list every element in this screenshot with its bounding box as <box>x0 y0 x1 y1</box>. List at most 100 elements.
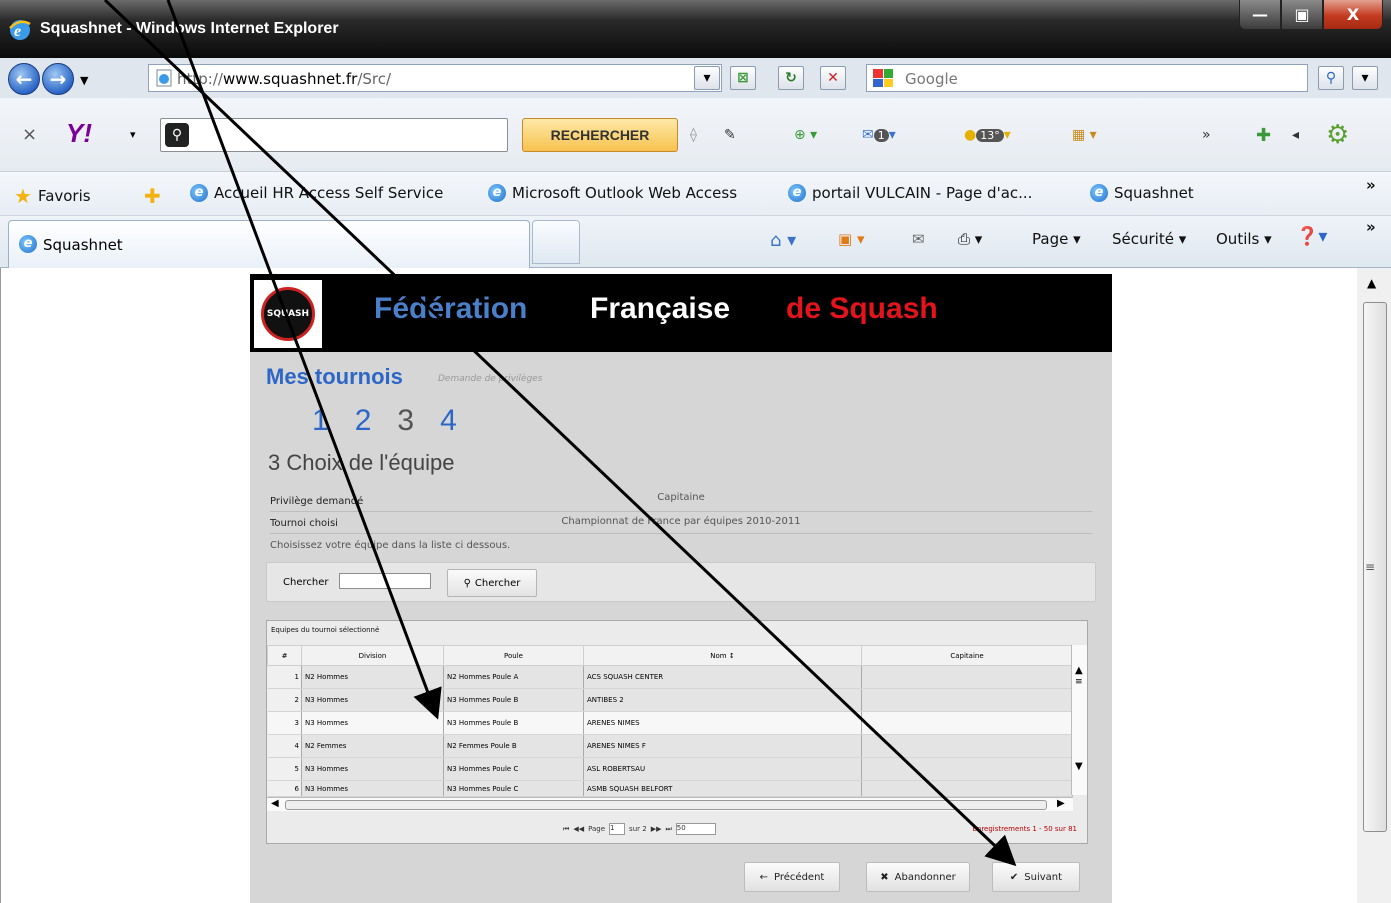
yahoo-search-input[interactable]: ⚲ <box>160 118 508 152</box>
step-3: 3 <box>397 404 415 437</box>
close-toolbar-button[interactable]: × <box>22 124 37 145</box>
stop-icon[interactable]: ✕ <box>820 66 846 90</box>
squash-logo[interactable]: SQUASH <box>254 280 322 348</box>
grid-vertical-scrollbar[interactable]: ▲ ≡ ▼ <box>1071 645 1087 795</box>
security-menu[interactable]: Sécurité ▾ <box>1112 230 1186 248</box>
section-title: Mes tournois <box>266 364 403 389</box>
ie-page-icon: e <box>488 184 506 202</box>
col-header-nom[interactable]: Nom ↕ <box>583 645 862 666</box>
col-header-num[interactable]: # <box>267 645 302 666</box>
team-search-panel: Chercher ⚲ Chercher <box>266 562 1096 602</box>
help-icon[interactable]: ❓▾ <box>1296 226 1327 247</box>
favorites-overflow-icon[interactable]: » <box>1366 176 1376 194</box>
weather-icon[interactable]: ● 13° ▾ <box>964 120 1011 150</box>
next-button[interactable]: ✔ Suivant <box>992 862 1080 892</box>
page-icon <box>155 69 173 87</box>
weather-badge: 13° <box>976 128 1004 142</box>
search-go-icon[interactable]: ⚲ <box>1318 66 1344 90</box>
pencil-icon[interactable]: ✎ <box>724 120 736 150</box>
favorite-link-hr[interactable]: e Accueil HR Access Self Service <box>190 184 443 202</box>
yahoo-logo[interactable]: Y! <box>66 118 92 149</box>
more-tools-icon[interactable]: » <box>1202 120 1211 150</box>
close-window-button[interactable]: X <box>1323 0 1383 30</box>
history-dropdown-icon[interactable]: ▼ <box>80 74 88 87</box>
prev-page-icon[interactable]: ◀◀ <box>573 825 584 833</box>
page-number-input[interactable]: 1 <box>609 823 626 835</box>
add-favorite-icon[interactable]: ✚ <box>144 184 161 208</box>
grid-hscroll-thumb[interactable] <box>285 800 1047 810</box>
col-header-capitaine[interactable]: Capitaine <box>861 645 1073 666</box>
grid-scroll-up-icon[interactable]: ▲ <box>1075 665 1083 676</box>
plus-icon[interactable]: ✚ <box>1256 120 1271 150</box>
tab-squashnet[interactable]: e Squashnet <box>8 220 530 268</box>
url-input[interactable]: http://www.squashnet.fr/Src/ <box>148 64 722 92</box>
grid-scroll-right-icon[interactable]: ▶ <box>1057 798 1065 809</box>
page-size-select[interactable]: 50 <box>675 823 716 835</box>
abandon-button[interactable]: ✖ Abandonner <box>866 862 970 892</box>
table-row[interactable]: 2 N3 Hommes N3 Hommes Poule B ANTIBES 2 <box>267 688 1073 712</box>
favorite-link-vulcain[interactable]: e portail VULCAIN - Page d'ac... <box>788 184 1032 202</box>
grid-horizontal-scrollbar[interactable]: ◀ ▶ <box>267 797 1073 811</box>
table-row[interactable]: 5 N3 Hommes N3 Hommes Poule C ASL ROBERTSAU <box>267 757 1073 781</box>
table-row[interactable]: 4 N2 Femmes N2 Femmes Poule B ARENES NIMES … <box>267 734 1073 758</box>
previous-button[interactable]: ← Précédent <box>744 862 840 892</box>
mail-icon[interactable]: ✉ 1 ▾ <box>862 120 896 150</box>
scroll-up-icon[interactable]: ▲ <box>1367 276 1376 290</box>
forward-arrow-icon: → <box>49 67 67 91</box>
url-text: http://www.squashnet.fr/Src/ <box>177 70 392 88</box>
feeds-icon[interactable]: ▣ ▾ <box>838 230 864 248</box>
print-icon[interactable]: ⎙ ▾ <box>958 230 982 248</box>
col-header-division[interactable]: Division <box>301 645 444 666</box>
forward-button[interactable]: → <box>42 63 74 95</box>
table-row[interactable]: 3 N3 Hommes N3 Hommes Poule B ARENES NIMES <box>267 711 1073 735</box>
tools-menu[interactable]: Outils ▾ <box>1216 230 1272 248</box>
google-logo-icon <box>873 69 893 87</box>
collapse-icon[interactable]: ◂ <box>1292 120 1299 150</box>
col-header-poule[interactable]: Poule <box>443 645 584 666</box>
new-tab-button[interactable] <box>532 220 580 264</box>
tournament-row: Tournoi choisi Championnat de France par… <box>270 514 1092 534</box>
grid-pager: ⏮ ◀◀ Page 1 sur 2 ▶▶ ⏭ 50 Enregistrement… <box>563 823 1077 835</box>
favorite-link-squashnet[interactable]: e Squashnet <box>1090 184 1194 202</box>
step-4[interactable]: 4 <box>440 404 457 438</box>
next-page-icon[interactable]: ▶▶ <box>651 825 662 833</box>
table-row[interactable]: 1 N2 Hommes N2 Hommes Poule A ACS SQUASH CE… <box>267 665 1073 689</box>
rechercher-button[interactable]: RECHERCHER <box>522 118 678 152</box>
minimize-button[interactable]: — <box>1239 0 1281 30</box>
chercher-button[interactable]: ⚲ Chercher <box>447 569 537 597</box>
table-row[interactable]: 6 N3 Hommes N3 Hommes Poule C ASMB SQUASH B… <box>267 780 1073 797</box>
page-menu[interactable]: Page ▾ <box>1032 230 1081 248</box>
home-icon[interactable]: ⌂ ▾ <box>770 230 796 251</box>
site-title-part1: Fédération <box>374 292 528 325</box>
grid-scroll-down-icon[interactable]: ▼ <box>1075 761 1083 772</box>
yahoo-menu-icon[interactable]: ▾ <box>130 128 136 141</box>
puzzle-icon[interactable]: ▦ ▾ <box>1072 120 1097 150</box>
maximize-button[interactable]: ▣ <box>1281 0 1323 30</box>
back-button[interactable]: ← <box>8 63 40 95</box>
first-page-icon[interactable]: ⏮ <box>563 825 569 834</box>
ie-page-icon: e <box>19 235 37 253</box>
team-search-input[interactable] <box>339 573 431 589</box>
vertical-scrollbar[interactable]: ▲ ≡ <box>1357 268 1391 903</box>
resize-handle-icon[interactable]: ⟠ <box>690 120 697 150</box>
url-dropdown-button[interactable]: ▾ <box>694 66 720 90</box>
teams-grid: Equipes du tournoi sélectionné # Divisio… <box>266 620 1088 844</box>
window-title: Squashnet - Windows Internet Explorer <box>40 20 339 37</box>
read-mail-icon[interactable]: ✉ <box>912 230 925 248</box>
favorite-link-outlook[interactable]: e Microsoft Outlook Web Access <box>488 184 737 202</box>
search-options-icon[interactable]: ▾ <box>1352 66 1378 90</box>
compatibility-view-icon[interactable]: ⊠ <box>730 66 756 90</box>
favorites-button[interactable]: ★ Favoris <box>14 184 91 208</box>
step-2[interactable]: 2 <box>355 404 372 438</box>
x-icon: ✖ <box>880 871 889 883</box>
settings-gear-icon[interactable]: ⚙ <box>1326 120 1349 150</box>
commands-overflow-icon[interactable]: » <box>1366 218 1376 236</box>
grid-scroll-left-icon[interactable]: ◀ <box>271 798 279 809</box>
add-icon[interactable]: ⊕ ▾ <box>794 120 817 150</box>
step-1[interactable]: 1 <box>312 404 329 438</box>
teams-table: # Division Poule Nom ↕ Capitaine 1 N2 Hom… <box>267 645 1073 797</box>
back-arrow-icon: ← <box>15 67 33 91</box>
search-engine-input[interactable]: Google <box>866 64 1308 92</box>
refresh-icon[interactable]: ↻ <box>778 66 804 90</box>
last-page-icon[interactable]: ⏭ <box>665 825 671 834</box>
